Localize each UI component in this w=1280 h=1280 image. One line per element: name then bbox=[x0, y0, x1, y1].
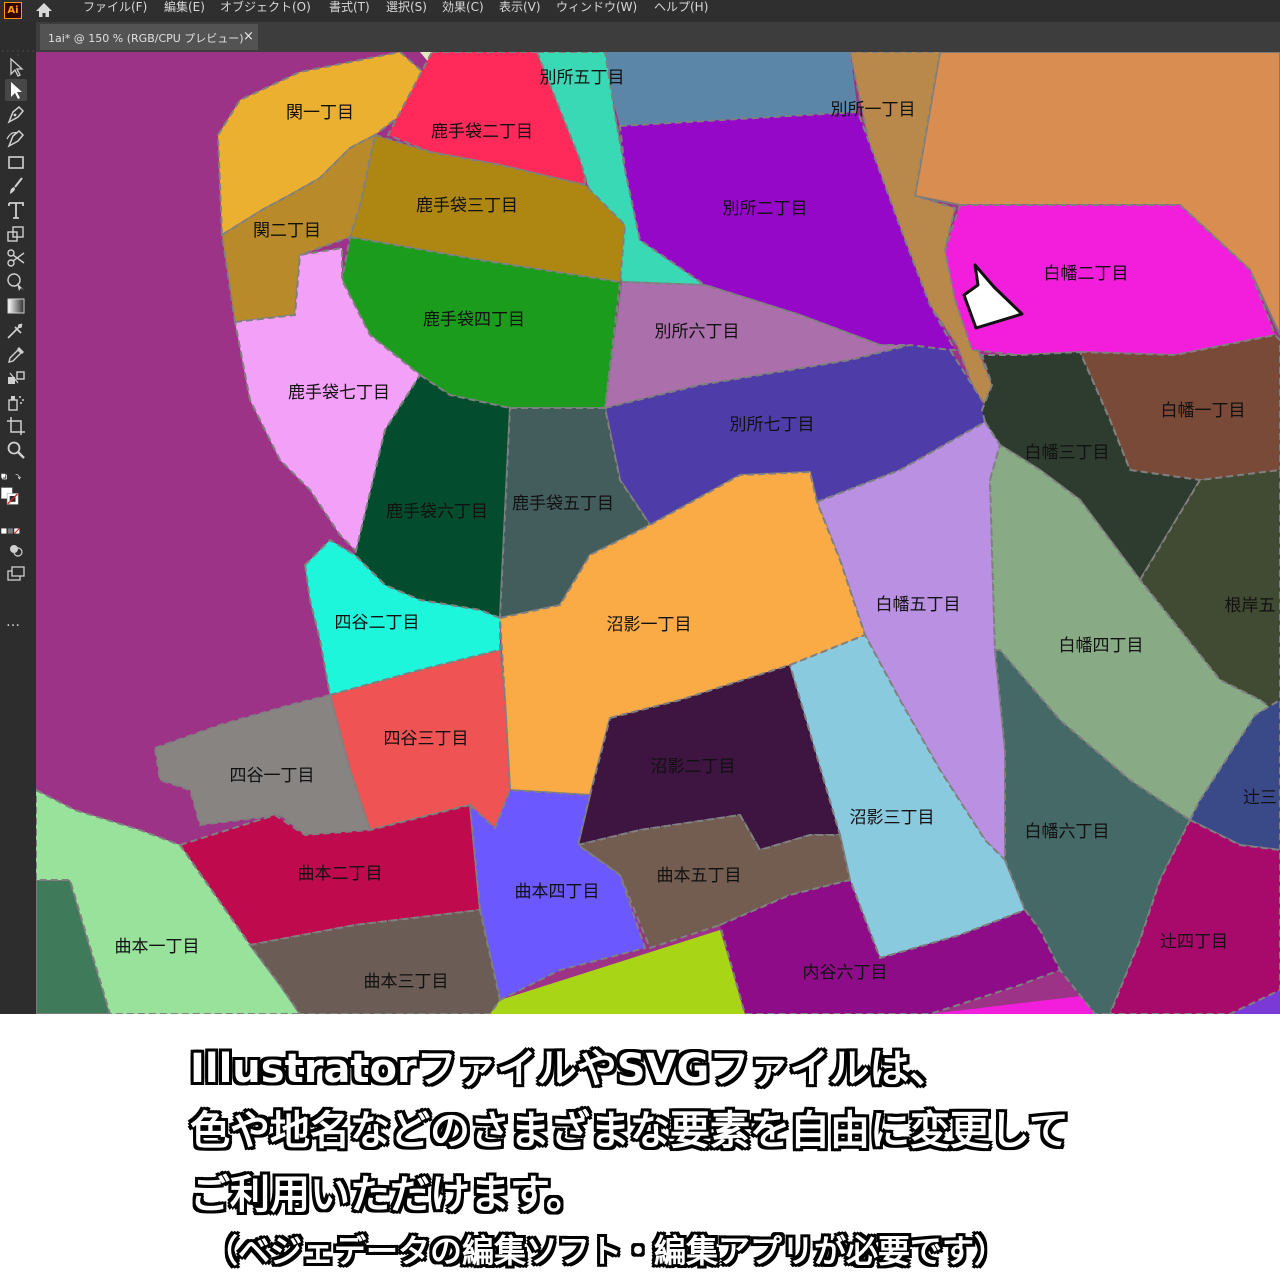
curvature-tool-icon[interactable] bbox=[5, 127, 27, 149]
menu-window[interactable]: ウィンドウ(W) bbox=[556, 0, 637, 22]
district-label: 鹿手袋四丁目 bbox=[423, 310, 525, 330]
menu-object[interactable]: オブジェクト(O) bbox=[220, 0, 311, 22]
district-label: 関二丁目 bbox=[253, 221, 321, 241]
district-label: 鹿手袋六丁目 bbox=[386, 502, 488, 522]
district-label: 関一丁目 bbox=[286, 103, 354, 123]
zoom-tool-icon[interactable] bbox=[5, 439, 27, 461]
district-label: 内谷六丁目 bbox=[803, 963, 888, 983]
menu-bar: Ai ファイル(F) 編集(E) オブジェクト(O) 書式(T) 選択(S) 効… bbox=[0, 0, 1280, 22]
district-label: 根岸五 bbox=[1225, 596, 1276, 616]
document-tab-label: 1ai* @ 150 % (RGB/CPU プレビュー) bbox=[48, 32, 244, 45]
caption-line-3: ご利用いただけます。 bbox=[190, 1172, 586, 1218]
district-label: 曲本五丁目 bbox=[657, 866, 742, 886]
district-label: 四谷二丁目 bbox=[335, 613, 420, 633]
district-map: 関一丁目鹿手袋二丁目 別所五丁目別所一丁目鹿手袋三丁目関二丁目 別所二丁目白幡二丁目… bbox=[36, 52, 1280, 1014]
district-label: 白幡四丁目 bbox=[1059, 636, 1144, 656]
district-label: 沼影二丁目 bbox=[651, 757, 736, 777]
district-label: 鹿手袋七丁目 bbox=[288, 383, 390, 403]
fill-stroke-swatch[interactable] bbox=[0, 485, 34, 515]
mesh-tool-icon[interactable] bbox=[5, 319, 27, 341]
district-label: 曲本二丁目 bbox=[298, 864, 383, 884]
district-label: 鹿手袋三丁目 bbox=[416, 196, 518, 216]
rectangle-tool-icon[interactable] bbox=[5, 151, 27, 173]
more-tools-icon[interactable]: … bbox=[6, 614, 20, 630]
menu-type[interactable]: 書式(T) bbox=[329, 0, 370, 22]
scale-tool-icon[interactable] bbox=[5, 223, 27, 245]
pen-tool-icon[interactable] bbox=[5, 103, 27, 125]
menu-effect[interactable]: 効果(C) bbox=[442, 0, 484, 22]
illustrator-logo: Ai bbox=[4, 2, 22, 19]
district-label: 辻四丁目 bbox=[1160, 932, 1228, 952]
artboard-canvas[interactable]: 関一丁目鹿手袋二丁目 別所五丁目別所一丁目鹿手袋三丁目関二丁目 別所二丁目白幡二丁目… bbox=[36, 52, 1280, 1014]
district-label: 別所五丁目 bbox=[540, 68, 625, 88]
caption-line-1: IllustratorファイルやSVGファイルは、 bbox=[190, 1046, 950, 1092]
screen-mode-icon[interactable] bbox=[5, 563, 27, 585]
draw-mode-icon[interactable] bbox=[5, 539, 27, 561]
artboard-tool-icon[interactable] bbox=[5, 415, 27, 437]
district-label: 白幡六丁目 bbox=[1025, 822, 1110, 842]
scissors-tool-icon[interactable] bbox=[5, 247, 27, 269]
caption-line-2: 色や地名などのさまざまな要素を自由に変更して bbox=[190, 1108, 1069, 1154]
district-label: 曲本四丁目 bbox=[515, 882, 600, 902]
paintbrush-tool-icon[interactable] bbox=[5, 175, 27, 197]
selection-tool-icon[interactable] bbox=[5, 56, 27, 78]
district-label: 沼影三丁目 bbox=[850, 808, 935, 828]
district-label: 四谷一丁目 bbox=[230, 766, 315, 786]
district-label: 別所六丁目 bbox=[655, 322, 740, 342]
shape-builder-tool-icon[interactable] bbox=[5, 271, 27, 293]
eyedropper-tool-icon[interactable] bbox=[5, 343, 27, 365]
document-tab[interactable]: 1ai* @ 150 % (RGB/CPU プレビュー) × bbox=[40, 24, 258, 50]
caption-note: （ベジェデータの編集ソフト・編集アプリが必要です） bbox=[206, 1232, 1007, 1270]
district-label: 沼影一丁目 bbox=[607, 615, 692, 635]
menu-select[interactable]: 選択(S) bbox=[386, 0, 427, 22]
swap-fill-stroke-icon[interactable] bbox=[0, 466, 34, 482]
district-label: 別所一丁目 bbox=[831, 100, 916, 120]
district-label: 曲本一丁目 bbox=[115, 937, 200, 957]
symbol-sprayer-tool-icon[interactable] bbox=[5, 391, 27, 413]
direct-selection-tool-icon[interactable] bbox=[5, 79, 27, 101]
district-label: 白幡三丁目 bbox=[1025, 443, 1110, 463]
district-label: 辻三 bbox=[1243, 788, 1277, 808]
menu-view[interactable]: 表示(V) bbox=[499, 0, 541, 22]
district-label: 別所二丁目 bbox=[723, 199, 808, 219]
district-label: 白幡一丁目 bbox=[1161, 401, 1246, 421]
type-tool-icon[interactable] bbox=[5, 199, 27, 221]
close-icon[interactable]: × bbox=[243, 29, 254, 44]
district-label: 曲本三丁目 bbox=[364, 972, 449, 992]
gradient-tool-icon[interactable] bbox=[5, 295, 27, 317]
district-label: 別所七丁目 bbox=[730, 415, 815, 435]
district-label: 白幡五丁目 bbox=[876, 595, 961, 615]
panel-grip[interactable]: · · · · · · · · bbox=[0, 48, 36, 60]
blend-tool-icon[interactable] bbox=[5, 367, 27, 389]
home-icon[interactable] bbox=[34, 0, 54, 20]
color-mode-icons[interactable] bbox=[0, 520, 34, 534]
district-label: 白幡二丁目 bbox=[1044, 264, 1129, 284]
document-tab-bar: 1ai* @ 150 % (RGB/CPU プレビュー) × bbox=[36, 22, 1280, 52]
tools-panel: · · · · · · · · … bbox=[0, 22, 36, 1014]
menu-file[interactable]: ファイル(F) bbox=[83, 0, 147, 22]
district-label: 鹿手袋五丁目 bbox=[512, 494, 614, 514]
district-label: 四谷三丁目 bbox=[384, 729, 469, 749]
district-label: 鹿手袋二丁目 bbox=[431, 122, 533, 142]
menu-help[interactable]: ヘルプ(H) bbox=[654, 0, 708, 22]
menu-edit[interactable]: 編集(E) bbox=[164, 0, 205, 22]
caption-area: IllustratorファイルやSVGファイルは、 色や地名などのさまざまな要素… bbox=[0, 1014, 1280, 1280]
